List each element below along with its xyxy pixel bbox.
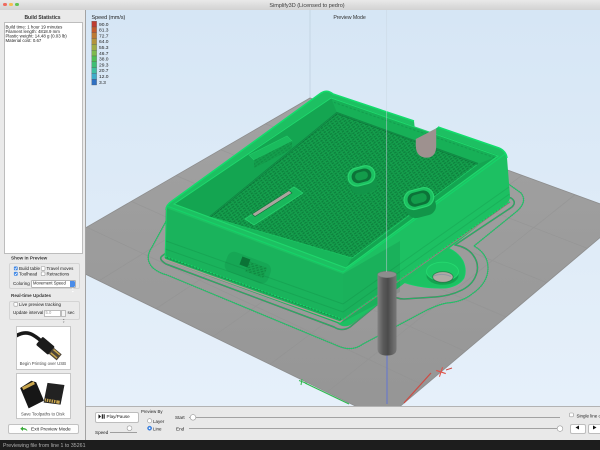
svg-text:55.3: 55.3 [99, 45, 109, 51]
svg-text:Toolhead: Toolhead [19, 271, 38, 276]
svg-text:Save Toolpaths to Disk: Save Toolpaths to Disk [21, 412, 65, 417]
svg-text:Speed (mm/s): Speed (mm/s) [92, 15, 126, 21]
svg-text:Material cost: 0.67: Material cost: 0.67 [6, 38, 42, 43]
svg-text:Speed: Speed [95, 430, 109, 435]
svg-text:12.0: 12.0 [99, 74, 109, 80]
svg-text:Live preview tracking: Live preview tracking [19, 302, 62, 307]
svg-text:Show in Preview: Show in Preview [11, 255, 48, 260]
svg-text:Update interval: Update interval [13, 310, 43, 315]
svg-text:20.7: 20.7 [99, 68, 109, 74]
svg-text:Preview By: Preview By [141, 409, 163, 414]
svg-text:46.7: 46.7 [99, 51, 109, 57]
svg-text:29.3: 29.3 [99, 62, 109, 68]
svg-text:sec: sec [68, 310, 76, 315]
svg-text:Preview Mode: Preview Mode [333, 15, 366, 21]
svg-text:Simplify3D (Licensed to pedro): Simplify3D (Licensed to pedro) [269, 3, 344, 9]
svg-text:Line: Line [153, 427, 162, 432]
svg-text:Coloring: Coloring [13, 281, 30, 286]
svg-text:Single line on: Single line on [577, 413, 600, 418]
svg-text:38.0: 38.0 [99, 57, 109, 63]
svg-text:Retractions: Retractions [47, 271, 71, 276]
svg-text:Build Statistics: Build Statistics [24, 15, 60, 21]
svg-text:Begin Printing over USB: Begin Printing over USB [20, 361, 66, 366]
svg-text:81.3: 81.3 [99, 28, 109, 34]
svg-text:Exit Preview Mode: Exit Preview Mode [31, 426, 71, 432]
svg-text:72.7: 72.7 [99, 33, 109, 39]
svg-text:Movement Speed: Movement Speed [33, 281, 66, 286]
svg-text:Previewing file from line 1 to: Previewing file from line 1 to 35261 [3, 443, 86, 449]
svg-text:Travel moves: Travel moves [47, 266, 75, 271]
svg-text:Build table: Build table [19, 266, 41, 271]
svg-text:5.0: 5.0 [46, 310, 52, 315]
svg-text:3.3: 3.3 [99, 80, 106, 86]
svg-text:Start: Start [175, 415, 185, 420]
svg-text:Play/Pause: Play/Pause [107, 414, 131, 419]
svg-text:Layer: Layer [153, 419, 165, 424]
svg-text:End: End [176, 426, 185, 431]
svg-text:90.0: 90.0 [99, 22, 109, 28]
svg-text:64.0: 64.0 [99, 39, 109, 45]
svg-text:Real-time Updates: Real-time Updates [11, 293, 52, 298]
